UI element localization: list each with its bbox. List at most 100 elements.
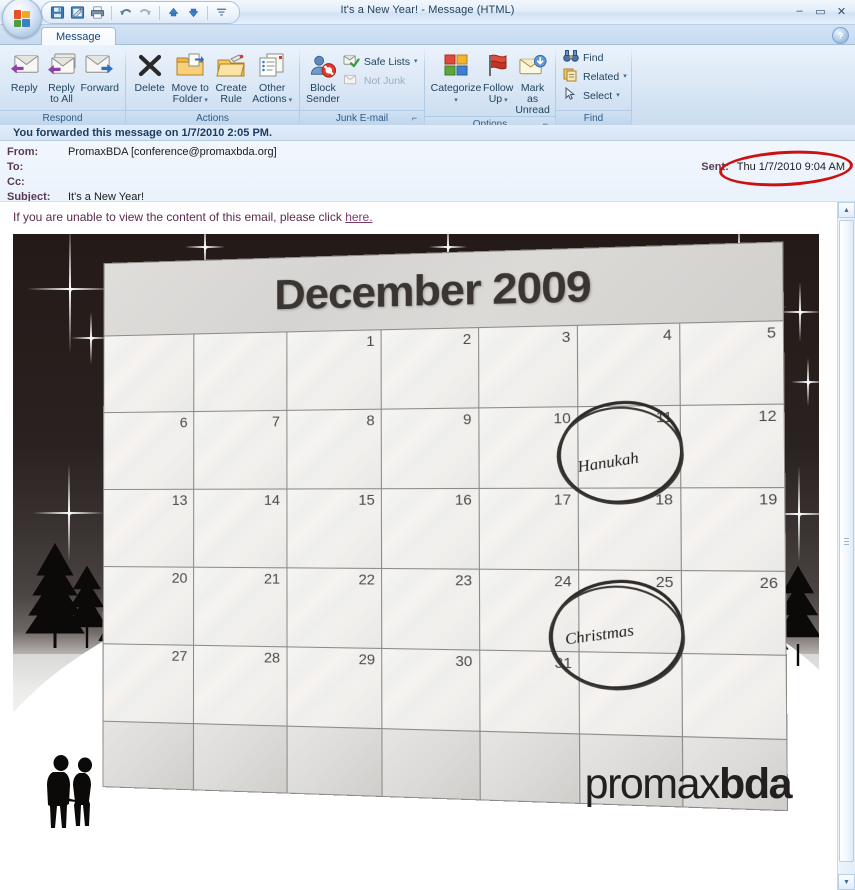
- here-link[interactable]: here.: [345, 210, 372, 224]
- ribbon-group-junk-email-label: Junk E-mail ⌐: [300, 110, 424, 126]
- calendar-day-cell: 2: [381, 327, 479, 410]
- safe-lists-button[interactable]: Safe Lists ▾: [341, 52, 422, 71]
- star-icon: [27, 234, 113, 354]
- select-button[interactable]: Select ▾: [561, 86, 631, 105]
- create-rule-label-line2: Rule: [220, 93, 242, 105]
- forward-button[interactable]: Forward: [79, 48, 120, 94]
- maximize-button[interactable]: ▭: [811, 3, 830, 19]
- calendar-day-cell: 14: [194, 488, 287, 568]
- other-actions-icon: [257, 50, 287, 82]
- chevron-down-icon[interactable]: ▾: [287, 97, 293, 104]
- forward-label: Forward: [80, 82, 119, 94]
- window-title: It's a New Year! - Message (HTML): [340, 4, 515, 16]
- block-sender-icon: [308, 50, 338, 82]
- follow-up-button[interactable]: Follow Up ▾: [482, 48, 514, 105]
- junk-email-dialog-launcher[interactable]: ⌐: [409, 113, 420, 124]
- calendar-day-cell: 24: [479, 569, 580, 652]
- find-binoculars-icon: [563, 49, 579, 66]
- email-image: December 2009 1 2 3 4 5 6 7 8 9 10 11 12…: [13, 234, 819, 854]
- chevron-down-icon[interactable]: ▾: [414, 58, 418, 65]
- ribbon-group-find-label: Find: [556, 110, 631, 126]
- mark-as-unread-label-line2: Unread: [515, 104, 550, 116]
- categorize-icon: [442, 50, 470, 82]
- header-row-cc: Cc:: [0, 174, 855, 189]
- sent-timestamp: Sent: Thu 1/7/2010 9:04 AM: [701, 161, 845, 173]
- calendar-day-cell: 19: [680, 487, 786, 572]
- follow-up-flag-icon: [484, 50, 512, 82]
- chevron-down-icon[interactable]: ▾: [616, 92, 620, 99]
- calendar-day-cell: 20: [103, 566, 195, 646]
- calendar-day-cell: [681, 653, 787, 740]
- from-value[interactable]: PromaxBDA [conference@promaxbda.org]: [68, 146, 277, 158]
- calendar-day-cell: 3: [478, 325, 578, 408]
- logo-bold-text: bda: [719, 760, 792, 808]
- calendar-day-cell: 11: [577, 405, 681, 489]
- chevron-down-icon[interactable]: ▾: [202, 97, 208, 104]
- related-button[interactable]: Related ▾: [561, 67, 631, 86]
- not-junk-label: Not Junk: [363, 74, 406, 87]
- not-junk-icon: [343, 72, 360, 90]
- reply-button[interactable]: Reply: [5, 48, 44, 94]
- block-sender-button[interactable]: Block Sender: [305, 48, 341, 105]
- calendar-day-cell: 29: [286, 646, 383, 729]
- related-icon: [563, 68, 579, 85]
- calendar-day-cell: [194, 331, 287, 412]
- tab-message[interactable]: Message: [41, 27, 116, 46]
- chevron-down-icon[interactable]: ▾: [623, 73, 627, 80]
- ribbon-group-actions: Delete Move to Folder ▾ Create Rule Othe…: [126, 45, 299, 126]
- chevron-down-icon[interactable]: ▾: [502, 97, 508, 104]
- calendar-title: December 2009: [274, 261, 591, 319]
- reply-all-button[interactable]: Reply to All: [44, 48, 80, 105]
- body-scrollbar[interactable]: ▲ ▼: [837, 202, 855, 890]
- delete-button[interactable]: Delete: [131, 48, 168, 94]
- calendar-table: December 2009 1 2 3 4 5 6 7 8 9 10 11 12…: [102, 241, 788, 811]
- help-icon[interactable]: ?: [832, 27, 849, 44]
- calendar-week-row: 6 7 8 9 10 11 12: [103, 404, 785, 490]
- delete-label: Delete: [134, 82, 165, 94]
- calendar-day-cell: 17: [478, 488, 579, 570]
- move-to-folder-icon: [175, 50, 205, 82]
- close-button[interactable]: ✕: [832, 3, 851, 19]
- create-rule-button[interactable]: Create Rule: [212, 48, 250, 105]
- calendar: December 2009 1 2 3 4 5 6 7 8 9 10 11 12…: [102, 241, 788, 811]
- from-label: From:: [7, 145, 39, 158]
- move-to-folder-label-line2: Folder: [172, 93, 203, 105]
- cc-label: Cc:: [7, 175, 25, 188]
- scrollbar-thumb[interactable]: [839, 220, 854, 862]
- calendar-day-cell: 22: [286, 567, 382, 649]
- scroll-up-button[interactable]: ▲: [838, 202, 855, 218]
- sent-label: Sent:: [701, 161, 729, 173]
- find-button[interactable]: Find: [561, 48, 631, 67]
- calendar-week-row: 13 14 15 16 17 18 19: [103, 487, 786, 572]
- message-pane: You forwarded this message on 1/7/2010 2…: [0, 125, 855, 890]
- minimize-button[interactable]: –: [790, 3, 809, 19]
- ribbon-group-respond: Reply Reply to All Forward Respond: [0, 45, 125, 126]
- ribbon-group-options: Categorize ▾ Follow Up ▾ Mark as Unread …: [425, 45, 555, 132]
- other-actions-label-line2: Actions: [252, 93, 287, 105]
- calendar-day-cell: 1: [286, 329, 382, 411]
- outlook-message-window: It's a New Year! - Message (HTML) – ▭ ✕ …: [0, 0, 855, 890]
- categorize-label: Categorize: [430, 82, 482, 94]
- safe-lists-icon: [343, 53, 360, 71]
- calendar-day-cell: 31: [479, 650, 580, 734]
- chevron-down-icon[interactable]: ▾: [454, 97, 458, 104]
- message-header: From: PromaxBDA [conference@promaxbda.or…: [0, 141, 855, 209]
- calendar-day-cell: [103, 333, 195, 413]
- move-to-folder-button[interactable]: Move to Folder ▾: [168, 48, 212, 105]
- scroll-down-button[interactable]: ▼: [838, 874, 855, 890]
- categorize-button[interactable]: Categorize ▾: [430, 48, 482, 105]
- not-junk-button[interactable]: Not Junk: [341, 71, 422, 90]
- star-icon: [778, 282, 819, 342]
- mark-as-unread-label-line1: Mark as: [520, 82, 545, 105]
- calendar-day-cell: 9: [381, 407, 479, 489]
- forwarded-info-bar: You forwarded this message on 1/7/2010 2…: [0, 125, 855, 141]
- block-sender-label-line2: Sender: [306, 93, 340, 105]
- calendar-day-cell: 4: [577, 323, 680, 407]
- header-row-from: From: PromaxBDA [conference@promaxbda.or…: [0, 144, 855, 159]
- calendar-day-cell: 21: [193, 567, 287, 647]
- other-actions-button[interactable]: Other Actions ▾: [250, 48, 294, 105]
- calendar-day-cell: 12: [679, 404, 785, 488]
- fallback-text: If you are unable to view the content of…: [13, 210, 346, 224]
- mark-as-unread-button[interactable]: Mark as Unread: [514, 48, 550, 116]
- ribbon-group-actions-label: Actions: [126, 110, 299, 126]
